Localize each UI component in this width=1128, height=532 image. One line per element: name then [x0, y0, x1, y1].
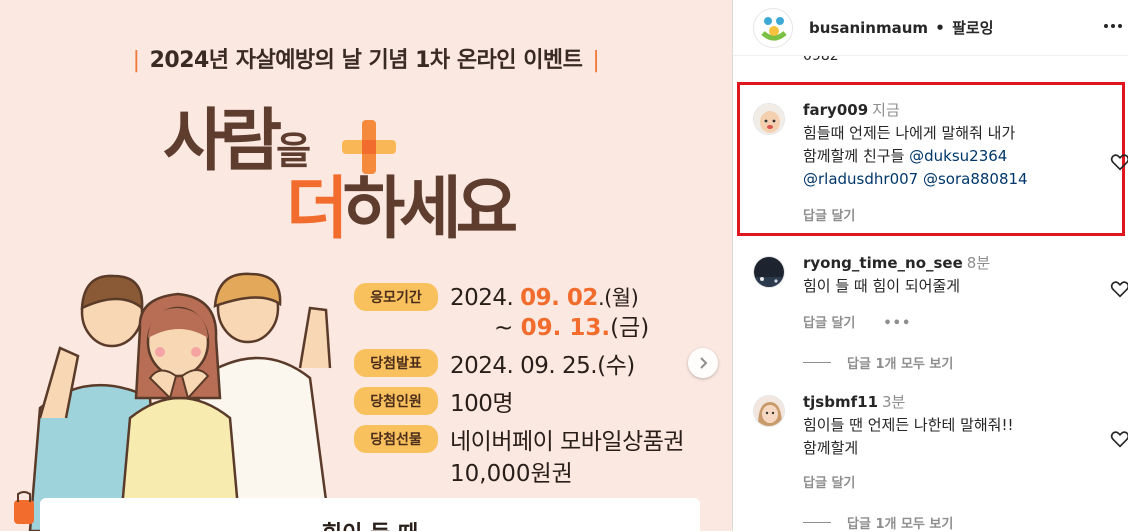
view-replies-button[interactable]: 답글 1개 모두 보기 — [803, 353, 953, 372]
comment-text: 힘들때 언제든 나에게 말해줘 내가 함께할께 친구들 @duksu2364 @rl… — [803, 124, 1028, 188]
mention-link[interactable]: @duksu2364 — [909, 147, 1007, 165]
heart-icon[interactable] — [1109, 278, 1128, 300]
gift-name: 네이버페이 모바일상품권 — [450, 429, 685, 455]
comment-actions: 답글 달기 ••• — [803, 312, 911, 331]
pill-announce: 당첨발표 — [354, 349, 438, 377]
comment-body: fary009 지금 힘들때 언제든 나에게 말해줘 내가 함께할께 친구들 @du… — [803, 99, 1093, 191]
chevron-right-icon — [700, 357, 708, 369]
header-username[interactable]: busaninmaum — [809, 19, 928, 37]
reply-button[interactable]: 답글 달기 — [803, 316, 855, 331]
view-replies-button[interactable]: 답글 1개 모두 보기 — [803, 513, 953, 532]
pill-winners: 당첨인원 — [354, 387, 438, 415]
heart-icon[interactable] — [1109, 428, 1128, 450]
comment-body: ryong_time_no_see 8분 힘이 들 때 힘이 되어줄게 — [803, 252, 1093, 298]
comments-panel: busaninmaum • 팔로잉 0982 fary009 지금 힘들때 언제든… — [732, 0, 1128, 532]
gift-amount: 10,000원권 — [450, 461, 573, 487]
comment-avatar[interactable] — [753, 395, 785, 427]
banner-title: | 2024년 자살예방의 날 기념 1차 온라인 이벤트 | — [132, 48, 600, 73]
info-row-gift: 당첨선물 네이버페이 모바일상품권 — [354, 422, 685, 456]
brand-logo-icon — [755, 10, 792, 47]
comment-actions: 답글 달기 — [803, 205, 855, 224]
people-illustration — [28, 272, 332, 531]
info-row-winners: 당첨인원 100명 — [354, 384, 514, 418]
comment-text: 힘이들 땐 언제든 나한테 말해줘!! 함께할게 — [803, 416, 1014, 457]
comment-avatar[interactable] — [753, 103, 785, 135]
post-image: | 2024년 자살예방의 날 기념 1차 온라인 이벤트 | 사람을 더하세요 응… — [0, 0, 732, 531]
following-button[interactable]: 팔로잉 — [952, 19, 993, 37]
more-options-icon[interactable] — [1101, 14, 1125, 38]
next-slide-button[interactable] — [688, 348, 718, 378]
mention-link[interactable]: @rladusdhr007 — [803, 170, 918, 188]
plus-icon — [342, 120, 396, 174]
reply-divider — [803, 522, 831, 523]
comment-time: 지금 — [872, 101, 900, 119]
night-avatar-icon — [754, 257, 784, 287]
pill-period: 응모기간 — [354, 283, 438, 311]
announce-date: 2024. 09. 25.(수) — [450, 353, 635, 379]
comment-username[interactable]: fary009 — [803, 101, 868, 119]
headline-line1: 사람을 — [163, 102, 311, 181]
comment-body: tjsbmf11 3분 힘이들 땐 언제든 나한테 말해줘!! 함께할게 — [803, 391, 1093, 460]
info-row-announce: 당첨발표 2024. 09. 25.(수) — [354, 346, 635, 380]
comment-time: 8분 — [966, 254, 991, 272]
mention-link[interactable]: @sora880814 — [923, 170, 1028, 188]
comment-more-button[interactable]: ••• — [883, 316, 911, 331]
reply-button[interactable]: 답글 달기 — [803, 209, 855, 224]
reply-button[interactable]: 답글 달기 — [803, 476, 855, 491]
comment-text: 힘이 들 때 힘이 되어줄게 — [803, 277, 961, 295]
cutoff-text: 0982 — [803, 56, 839, 64]
comment-time: 3분 — [882, 393, 906, 411]
comment-avatar[interactable] — [753, 256, 785, 288]
header-username-row: busaninmaum • 팔로잉 — [809, 17, 994, 38]
post-header: busaninmaum • 팔로잉 — [733, 0, 1128, 56]
next-slide-card: 힘이 들 때 — [40, 498, 700, 531]
comment-username[interactable]: tjsbmf11 — [803, 393, 878, 411]
clip-icon — [14, 491, 34, 524]
heart-icon[interactable] — [1109, 151, 1128, 173]
profile-avatar[interactable] — [753, 8, 793, 48]
comment-actions: 답글 달기 — [803, 472, 855, 491]
pill-gift: 당첨선물 — [354, 425, 438, 453]
headline-line2: 더하세요 — [286, 170, 518, 249]
winner-count: 100명 — [450, 391, 514, 417]
period-end: ~ 09. 13.(금) — [494, 315, 650, 341]
reply-divider — [803, 362, 831, 363]
view-replies-label: 답글 1개 모두 보기 — [847, 357, 954, 372]
comment-username[interactable]: ryong_time_no_see — [803, 254, 963, 272]
view-replies-label: 답글 1개 모두 보기 — [847, 517, 954, 532]
header-dot: • — [935, 19, 945, 37]
girl-avatar-icon — [754, 396, 784, 426]
